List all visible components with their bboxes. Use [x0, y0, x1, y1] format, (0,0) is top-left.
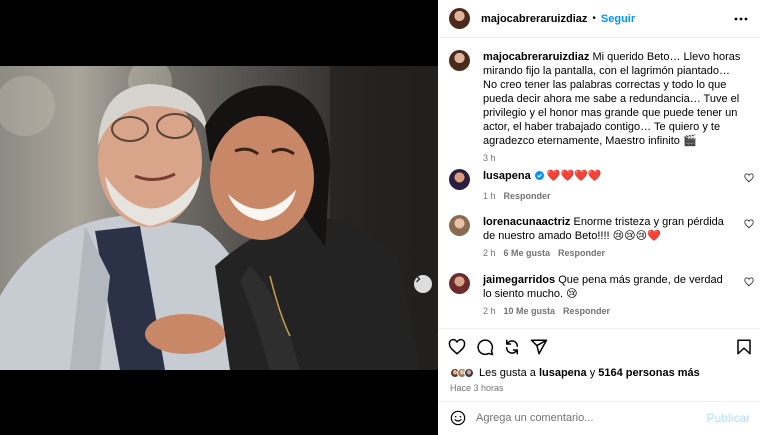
- comment-body: lusapena ❤️❤️❤️❤️ 1 h Responder: [483, 169, 728, 203]
- comment-reply-button[interactable]: Responder: [504, 191, 551, 201]
- likes-summary: Les gusta a lusapena y 5164 personas más: [450, 366, 700, 380]
- likes-conj: y: [589, 367, 596, 379]
- verified-icon: [534, 171, 544, 180]
- comment-avatar[interactable]: [449, 169, 470, 190]
- comment-input[interactable]: [476, 412, 686, 424]
- comment-item: lusapena ❤️❤️❤️❤️ 1 h Responder: [449, 169, 754, 203]
- likes-others[interactable]: 5164 personas más: [598, 367, 700, 379]
- post-details-panel: majocabreraruizdiaz • Seguir majocabrera…: [438, 0, 760, 435]
- divider: [438, 328, 760, 329]
- caption-username[interactable]: majocabreraruizdiaz: [483, 51, 589, 63]
- comment-icon[interactable]: [476, 338, 494, 356]
- author-avatar[interactable]: [449, 8, 470, 29]
- author-username[interactable]: majocabreraruizdiaz: [481, 12, 587, 26]
- comment-time: 2 h: [483, 248, 496, 258]
- heart-icon[interactable]: [744, 219, 754, 229]
- comment-username[interactable]: lusapena: [483, 170, 531, 182]
- comment-avatar[interactable]: [449, 273, 470, 294]
- share-icon[interactable]: [503, 338, 521, 356]
- comment-body: jaimegarridos Que pena más grande, de ve…: [483, 273, 728, 318]
- comment-item: lorenacunaactriz Enorme tristeza y gran …: [449, 215, 754, 260]
- comment-username[interactable]: jaimegarridos: [483, 274, 555, 286]
- likes-prefix: Les gusta a: [479, 367, 536, 379]
- post-photo[interactable]: [0, 66, 438, 370]
- comment-username[interactable]: lorenacunaactriz: [483, 216, 570, 228]
- comment-meta: 1 h Responder: [483, 189, 728, 203]
- comment-reply-button[interactable]: Responder: [563, 306, 610, 316]
- likes-text[interactable]: Les gusta a lusapena y 5164 personas más: [479, 366, 700, 380]
- carousel-next-button[interactable]: [414, 275, 432, 293]
- caption-body: majocabreraruizdiaz Mi querido Beto… Lle…: [483, 50, 741, 165]
- comment-text: ❤️❤️❤️❤️: [546, 170, 602, 182]
- emoji-icon[interactable]: [450, 410, 466, 426]
- bookmark-icon[interactable]: [735, 338, 753, 356]
- heart-icon[interactable]: [744, 173, 754, 183]
- comment-likes-count[interactable]: 6 Me gusta: [504, 248, 551, 258]
- comment-meta: 2 h 10 Me gusta Responder: [483, 304, 728, 318]
- post-timestamp: Hace 3 horas: [450, 383, 504, 393]
- heart-icon[interactable]: [448, 338, 466, 356]
- comment-time: 2 h: [483, 306, 496, 316]
- post-header: majocabreraruizdiaz • Seguir: [438, 0, 760, 38]
- divider: [438, 401, 760, 402]
- header-separator: •: [592, 12, 596, 24]
- chevron-right-icon: [416, 275, 421, 283]
- comment-body: lorenacunaactriz Enorme tristeza y gran …: [483, 215, 728, 260]
- post-caption: majocabreraruizdiaz Mi querido Beto… Lle…: [449, 50, 749, 165]
- photo-illustration: [0, 66, 438, 370]
- comment-composer: Publicar: [450, 407, 750, 429]
- comment-meta: 2 h 6 Me gusta Responder: [483, 246, 728, 260]
- caption-avatar[interactable]: [449, 50, 470, 71]
- follow-button[interactable]: Seguir: [601, 12, 635, 26]
- publish-button[interactable]: Publicar: [707, 411, 750, 425]
- comment-time: 1 h: [483, 191, 496, 201]
- more-icon[interactable]: [734, 12, 748, 26]
- comment-likes-count[interactable]: 10 Me gusta: [504, 306, 556, 316]
- heart-icon[interactable]: [744, 277, 754, 287]
- caption-text: Mi querido Beto… Llevo horas mirando fij…: [483, 51, 741, 147]
- comment-reply-button[interactable]: Responder: [558, 248, 605, 258]
- send-icon[interactable]: [530, 338, 548, 356]
- caption-time: 3 h: [483, 153, 496, 163]
- likes-user[interactable]: lusapena: [539, 367, 587, 379]
- post-actions: [448, 338, 754, 358]
- post-media: [0, 0, 438, 435]
- comment-item: jaimegarridos Que pena más grande, de ve…: [449, 273, 754, 318]
- comment-avatar[interactable]: [449, 215, 470, 236]
- liker-avatar: [464, 368, 474, 378]
